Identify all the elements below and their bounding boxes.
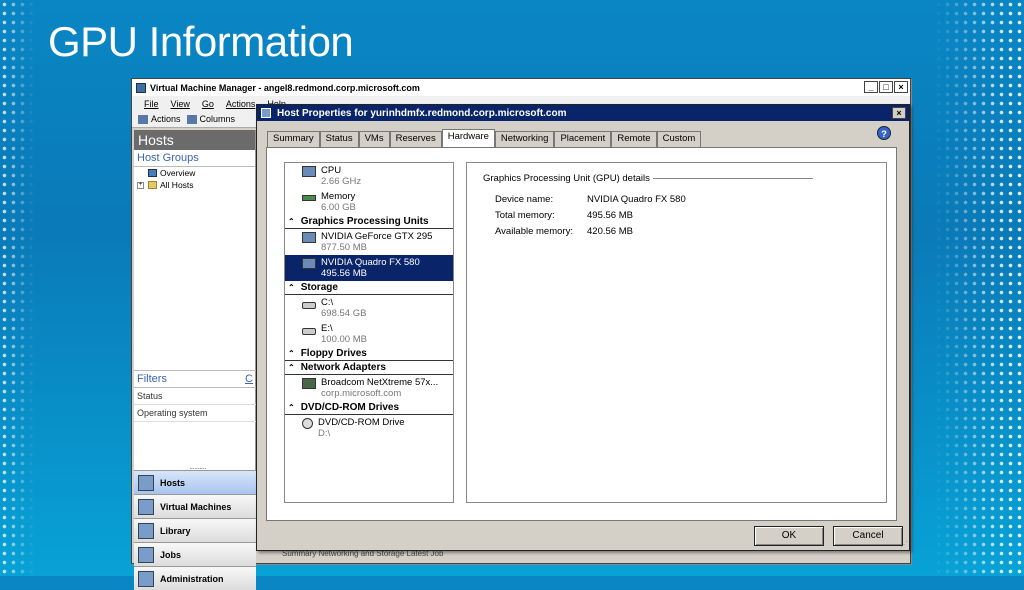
menu-go[interactable]: Go bbox=[202, 99, 214, 109]
tab-networking[interactable]: Networking bbox=[494, 131, 555, 147]
filter-operating-system[interactable]: Operating system bbox=[134, 405, 256, 422]
gpu-details-panel: Graphics Processing Unit (GPU) details D… bbox=[466, 162, 887, 503]
collapse-chevron-icon[interactable]: ⌃ bbox=[288, 349, 295, 358]
tab-summary[interactable]: Summary bbox=[267, 131, 320, 147]
dialog-tabs: Summary Status VMs Reserves Hardware Net… bbox=[267, 129, 702, 147]
window-controls: _ □ × bbox=[864, 81, 908, 93]
dot-pattern-right bbox=[934, 0, 1024, 576]
help-icon[interactable]: ? bbox=[877, 126, 891, 140]
maximize-button[interactable]: □ bbox=[879, 81, 893, 93]
hw-item-gpu-quadro-fx580[interactable]: NVIDIA Quadro FX 580 495.56 MB bbox=[285, 255, 453, 281]
memory-icon bbox=[302, 195, 316, 201]
menu-actions[interactable]: Actions bbox=[226, 99, 256, 109]
tab-vms[interactable]: VMs bbox=[358, 131, 390, 147]
menu-file[interactable]: File bbox=[144, 99, 159, 109]
jobs-icon bbox=[138, 546, 154, 563]
menu-view[interactable]: View bbox=[171, 99, 190, 109]
dialog-close-button[interactable]: × bbox=[892, 107, 906, 119]
nav-administration[interactable]: Administration bbox=[134, 566, 256, 590]
filter-status[interactable]: Status bbox=[134, 388, 256, 405]
category-floppy[interactable]: ⌃ Floppy Drives bbox=[285, 347, 453, 361]
dialog-title: Host Properties for yurinhdmfx.redmond.c… bbox=[277, 107, 567, 119]
disk-icon bbox=[302, 328, 316, 335]
nav-virtual-machines[interactable]: Virtual Machines bbox=[134, 494, 256, 518]
toolbar-actions-button[interactable]: Actions bbox=[138, 114, 181, 125]
hw-item-network-adapter[interactable]: Broadcom NetXtreme 57x... corp.microsoft.… bbox=[285, 375, 453, 401]
close-button[interactable]: × bbox=[894, 81, 908, 93]
virtual-machines-icon bbox=[138, 498, 154, 515]
toolbar-columns-button[interactable]: Columns bbox=[186, 114, 235, 125]
filters-header: Filters C bbox=[134, 370, 256, 388]
hw-item-disk-e[interactable]: E:\ 100.00 MB bbox=[285, 321, 453, 347]
vmm-app-icon bbox=[136, 82, 146, 93]
tree-item-overview[interactable]: Overview bbox=[134, 167, 255, 179]
resize-grip[interactable]: ⋰ bbox=[900, 540, 908, 549]
host-properties-icon bbox=[261, 108, 271, 118]
library-icon bbox=[138, 522, 154, 539]
category-gpu[interactable]: ⌃ Graphics Processing Units bbox=[285, 215, 453, 229]
hw-item-memory[interactable]: Memory 6.00 GB bbox=[285, 189, 453, 215]
disk-icon bbox=[302, 302, 316, 309]
available-memory-label: Available memory: bbox=[495, 226, 573, 237]
cpu-icon bbox=[302, 166, 316, 177]
vmm-title-bar: Virtual Machine Manager - angel8.redmond… bbox=[132, 79, 910, 96]
slide-title: GPU Information bbox=[48, 18, 354, 65]
tab-hardware[interactable]: Hardware bbox=[441, 129, 495, 147]
minimize-button[interactable]: _ bbox=[864, 81, 878, 93]
nav-library[interactable]: Library bbox=[134, 518, 256, 542]
hardware-tab-panel: CPU 2.66 GHz Memory 6.00 GB ⌃ Graphics Proc… bbox=[266, 147, 897, 521]
category-network[interactable]: ⌃ Network Adapters bbox=[285, 361, 453, 375]
filters-section: Filters C Status Operating system bbox=[134, 370, 256, 422]
host-groups-label: Host Groups bbox=[134, 150, 255, 167]
administration-icon bbox=[138, 570, 154, 587]
nav-hosts[interactable]: Hosts bbox=[134, 470, 256, 494]
hardware-list: CPU 2.66 GHz Memory 6.00 GB ⌃ Graphics Proc… bbox=[284, 162, 454, 503]
hw-item-gpu-gtx295[interactable]: NVIDIA GeForce GTX 295 877.50 MB bbox=[285, 229, 453, 255]
network-adapter-icon bbox=[302, 378, 316, 389]
dvd-icon bbox=[302, 418, 313, 429]
host-properties-dialog: Host Properties for yurinhdmfx.redmond.c… bbox=[256, 104, 910, 551]
left-pane: Hosts Host Groups Overview + All Hosts F… bbox=[134, 130, 256, 590]
tree-item-all-hosts[interactable]: + All Hosts bbox=[134, 179, 255, 191]
tab-placement[interactable]: Placement bbox=[554, 131, 612, 147]
tab-custom[interactable]: Custom bbox=[656, 131, 702, 147]
vmm-title: Virtual Machine Manager - angel8.redmond… bbox=[150, 82, 420, 93]
dot-pattern-left bbox=[0, 0, 34, 576]
collapse-chevron-icon[interactable]: ⌃ bbox=[288, 403, 295, 412]
overview-icon bbox=[148, 169, 157, 177]
divider bbox=[652, 178, 813, 179]
category-storage[interactable]: ⌃ Storage bbox=[285, 281, 453, 295]
nav-jobs[interactable]: Jobs bbox=[134, 542, 256, 566]
gpu-icon bbox=[302, 258, 316, 269]
available-memory-value: 420.56 MB bbox=[587, 226, 633, 237]
total-memory-value: 495.56 MB bbox=[587, 210, 633, 221]
total-memory-label: Total memory: bbox=[495, 210, 555, 221]
hosts-header: Hosts bbox=[134, 130, 255, 150]
filters-clear-link[interactable]: C bbox=[245, 373, 253, 385]
ok-button[interactable]: OK bbox=[754, 526, 824, 546]
collapse-chevron-icon[interactable]: ⌃ bbox=[288, 363, 295, 372]
tab-status[interactable]: Status bbox=[319, 131, 359, 147]
tab-reserves[interactable]: Reserves bbox=[389, 131, 442, 147]
folder-icon bbox=[148, 181, 157, 189]
columns-icon bbox=[186, 115, 197, 125]
tab-remote[interactable]: Remote bbox=[611, 131, 657, 147]
dialog-title-bar: Host Properties for yurinhdmfx.redmond.c… bbox=[257, 105, 909, 121]
gpu-icon bbox=[302, 232, 316, 243]
actions-icon bbox=[138, 115, 148, 125]
device-name-label: Device name: bbox=[495, 194, 554, 205]
hw-item-disk-c[interactable]: C:\ 698.54 GB bbox=[285, 295, 453, 321]
collapse-chevron-icon[interactable]: ⌃ bbox=[288, 217, 295, 226]
hw-item-cpu[interactable]: CPU 2.66 GHz bbox=[285, 163, 453, 189]
device-name-value: NVIDIA Quadro FX 580 bbox=[587, 194, 686, 205]
hosts-icon bbox=[138, 474, 154, 491]
category-dvd[interactable]: ⌃ DVD/CD-ROM Drives bbox=[285, 401, 453, 415]
cancel-button[interactable]: Cancel bbox=[833, 526, 903, 546]
hw-item-dvd-drive[interactable]: DVD/CD-ROM Drive D:\ bbox=[285, 415, 453, 441]
collapse-chevron-icon[interactable]: ⌃ bbox=[288, 283, 295, 292]
expand-icon[interactable]: + bbox=[137, 181, 144, 189]
gpu-details-header: Graphics Processing Unit (GPU) details bbox=[483, 173, 813, 184]
